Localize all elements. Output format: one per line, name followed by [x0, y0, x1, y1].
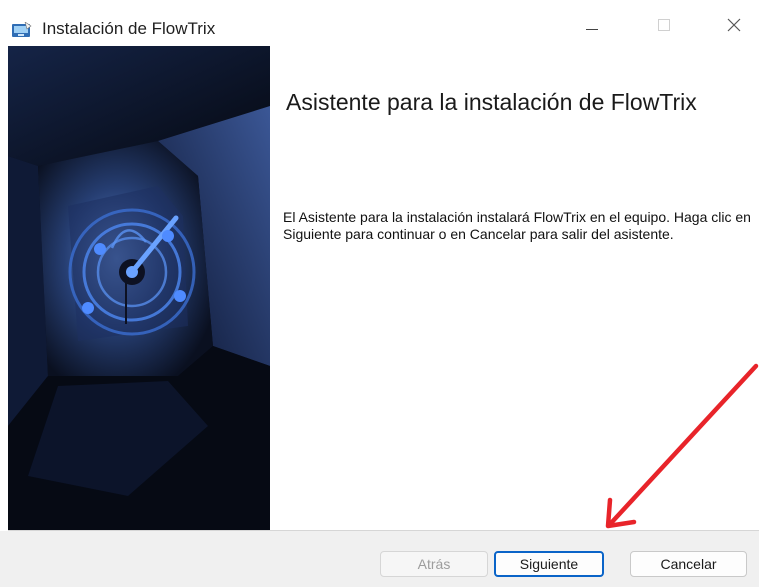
button-bar: Atrás Siguiente Cancelar — [0, 531, 759, 587]
cancel-button[interactable]: Cancelar — [630, 551, 747, 577]
content-panel: Asistente para la instalación de FlowTri… — [270, 46, 759, 532]
installer-icon — [12, 21, 32, 38]
description-text: El Asistente para la instalación instala… — [283, 209, 751, 242]
next-button[interactable]: Siguiente — [494, 551, 604, 577]
close-icon — [727, 18, 741, 37]
minimize-button[interactable] — [570, 10, 614, 44]
banner-image — [8, 46, 270, 532]
title-bar: Instalación de FlowTrix — [0, 8, 759, 48]
window-title: Instalación de FlowTrix — [42, 19, 216, 38]
minimize-icon — [586, 18, 598, 36]
installer-window: Instalación de FlowTrix Asistente para l… — [0, 0, 759, 587]
page-title: Asistente para la instalación de FlowTri… — [286, 89, 697, 115]
maximize-button[interactable] — [642, 10, 686, 44]
maximize-icon — [658, 18, 670, 36]
back-button[interactable]: Atrás — [380, 551, 488, 577]
close-button[interactable] — [712, 10, 756, 44]
